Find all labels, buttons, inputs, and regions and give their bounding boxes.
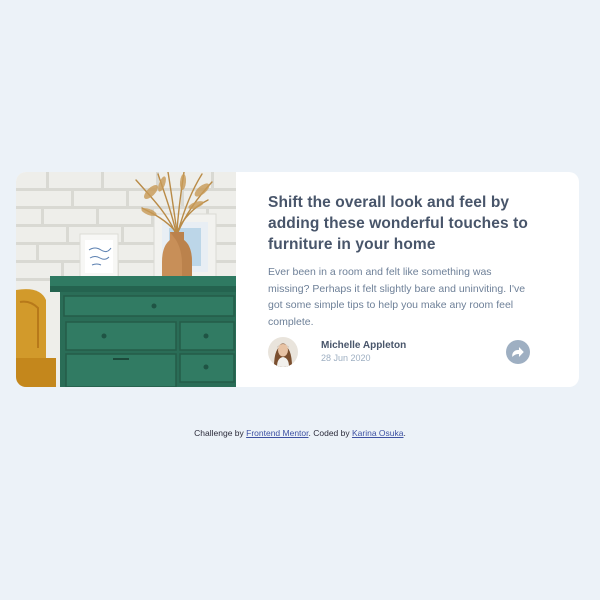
attribution-prefix: Challenge by	[194, 428, 247, 438]
article-title: Shift the overall look and feel by addin…	[268, 194, 528, 253]
article-description: Ever been in a room and felt like someth…	[268, 266, 526, 328]
attribution: Challenge by Frontend Mentor. Coded by K…	[0, 428, 600, 438]
share-icon	[512, 347, 524, 357]
attribution-suffix: .	[403, 428, 406, 438]
avatar	[268, 337, 298, 367]
frontend-mentor-link[interactable]: Frontend Mentor	[246, 428, 308, 438]
article-image	[16, 172, 236, 387]
article-content: Shift the overall look and feel by addin…	[236, 172, 579, 387]
avatar-image	[268, 337, 298, 367]
drawers-illustration	[16, 172, 236, 387]
share-button[interactable]	[506, 340, 530, 364]
post-date: 28 Jun 2020	[321, 353, 371, 363]
author-name: Michelle Appleton	[321, 340, 407, 351]
attribution-middle: . Coded by	[308, 428, 352, 438]
coder-link[interactable]: Karina Osuka	[352, 428, 404, 438]
author-info: Michelle Appleton 28 Jun 2020	[321, 339, 406, 365]
article-card: Shift the overall look and feel by addin…	[16, 172, 579, 387]
author-section: Michelle Appleton 28 Jun 2020	[268, 337, 530, 367]
